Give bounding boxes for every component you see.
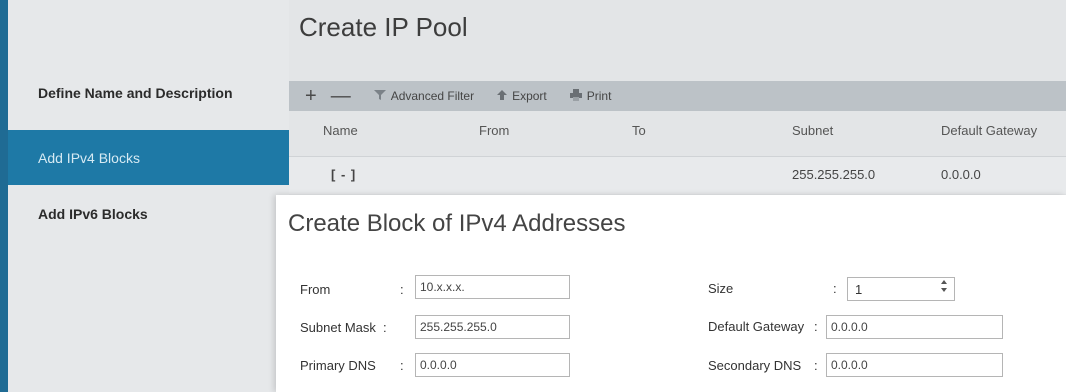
primary-dns-label: Primary DNS xyxy=(300,358,376,373)
sidebar-item-add-ipv6-blocks[interactable]: Add IPv6 Blocks xyxy=(8,188,289,240)
left-edge-bar xyxy=(0,0,8,392)
table-toolbar: + — Advanced Filter Export Print xyxy=(289,81,1066,111)
sidebar-item-define-name[interactable]: Define Name and Description xyxy=(8,65,289,120)
column-header-name[interactable]: Name xyxy=(323,123,358,138)
table-header: Name From To Subnet Default Gateway xyxy=(289,111,1066,156)
size-label: Size xyxy=(708,281,734,296)
export-button[interactable]: Export xyxy=(496,88,547,105)
print-button[interactable]: Print xyxy=(569,88,612,105)
wizard-sidebar: Define Name and Description Add IPv4 Blo… xyxy=(8,0,289,392)
export-label: Export xyxy=(512,89,547,103)
from-colon: : xyxy=(400,282,404,297)
dialog-title: Create Block of IPv4 Addresses xyxy=(288,210,626,237)
sidebar-item-label: Add IPv6 Blocks xyxy=(38,206,148,222)
sidebar-item-label: Add IPv4 Blocks xyxy=(38,149,140,166)
printer-icon xyxy=(569,88,583,105)
print-label: Print xyxy=(586,89,612,103)
default-gateway-input[interactable] xyxy=(826,315,1003,339)
from-input[interactable] xyxy=(415,275,570,299)
create-ipv4-block-dialog: Create Block of IPv4 Addresses From : Su… xyxy=(276,195,1066,392)
advanced-filter-button[interactable]: Advanced Filter xyxy=(373,88,474,105)
default-gateway-colon: : xyxy=(814,319,818,334)
primary-dns-input[interactable] xyxy=(415,353,570,377)
size-value: 1 xyxy=(855,282,863,297)
row-subnet: 255.255.255.0 xyxy=(792,167,876,182)
subnet-mask-input[interactable] xyxy=(415,315,570,339)
column-header-from[interactable]: From xyxy=(479,123,509,138)
export-arrow-icon xyxy=(496,88,508,105)
secondary-dns-label: Secondary DNS xyxy=(708,358,802,373)
secondary-dns-colon: : xyxy=(814,358,818,373)
from-label: From xyxy=(300,282,331,297)
primary-dns-colon: : xyxy=(400,358,404,373)
secondary-dns-input[interactable] xyxy=(826,353,1003,377)
column-header-default-gateway[interactable]: Default Gateway xyxy=(941,123,1037,138)
filter-icon xyxy=(373,88,387,105)
sidebar-item-add-ipv4-blocks[interactable]: Add IPv4 Blocks xyxy=(8,130,289,185)
page-title: Create IP Pool xyxy=(299,12,468,42)
sidebar-item-label: Define Name and Description xyxy=(38,84,233,101)
default-gateway-label: Default Gateway xyxy=(708,319,805,334)
column-header-subnet[interactable]: Subnet xyxy=(792,123,833,138)
subnet-mask-label: Subnet Mask xyxy=(300,320,376,335)
subnet-mask-colon: : xyxy=(383,320,387,335)
column-header-to[interactable]: To xyxy=(632,123,646,138)
size-colon: : xyxy=(833,281,837,296)
row-gateway: 0.0.0.0 xyxy=(941,167,981,182)
advanced-filter-label: Advanced Filter xyxy=(390,89,475,103)
spinner-arrows-icon[interactable] xyxy=(940,279,948,293)
remove-button[interactable]: — xyxy=(331,85,351,108)
add-button[interactable]: + xyxy=(305,85,317,108)
table-row[interactable]: [ - ] 255.255.255.0 0.0.0.0 xyxy=(289,156,1066,194)
size-stepper[interactable]: 1 xyxy=(847,277,955,301)
row-expand-toggle[interactable]: [ - ] xyxy=(331,167,356,182)
